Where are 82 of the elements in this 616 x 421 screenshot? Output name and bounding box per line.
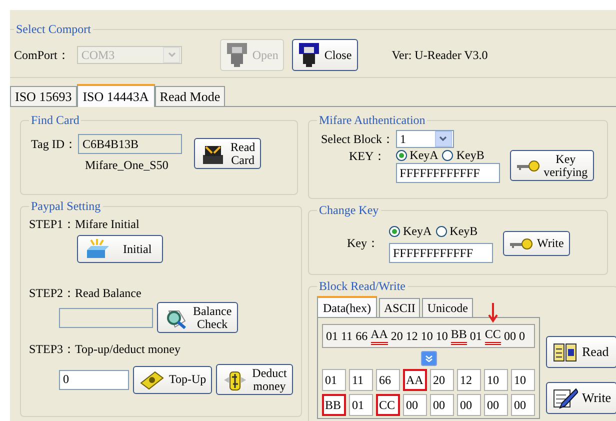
byte-field[interactable]: BB xyxy=(322,394,346,416)
hex-token: AA xyxy=(370,327,388,345)
write-key-button[interactable]: Write xyxy=(503,231,570,256)
chevron-down-icon xyxy=(424,355,432,362)
hex-token: 66 xyxy=(356,328,368,344)
balance-check-button[interactable]: Balance Check xyxy=(157,302,238,334)
byte-field[interactable]: CC xyxy=(376,394,400,416)
hex-token: BB xyxy=(450,327,467,345)
hex-token: 01 xyxy=(326,328,338,344)
amount-field[interactable]: 0 xyxy=(59,370,129,390)
byte-field[interactable]: 66 xyxy=(376,369,400,391)
byte-field[interactable]: 01 xyxy=(322,369,346,391)
radio-option[interactable]: KeyB xyxy=(436,224,478,239)
tab[interactable]: Unicode xyxy=(422,298,473,317)
book-icon xyxy=(552,341,578,363)
radio-option[interactable]: KeyA xyxy=(389,224,432,239)
tab[interactable]: Read Mode xyxy=(154,86,226,106)
tab[interactable]: Data(hex) xyxy=(317,296,377,318)
hex-token: 01 xyxy=(470,328,482,344)
port-button[interactable]: Close xyxy=(292,39,358,71)
group-title: Change Key xyxy=(318,203,380,218)
write-button[interactable]: Write xyxy=(546,382,616,414)
hex-token: 0 xyxy=(518,328,525,344)
byte-field[interactable]: 11 xyxy=(349,369,373,391)
hex-token: 11 xyxy=(341,328,353,344)
hex-token: CC xyxy=(484,327,501,345)
pencil-icon xyxy=(552,387,578,409)
hex-token: 10 xyxy=(420,328,433,344)
tag-id-field[interactable]: C6B4B13B xyxy=(78,134,182,154)
key-verifying-button[interactable]: Key verifying xyxy=(510,150,594,182)
block-dropdown[interactable]: 1 xyxy=(396,130,454,148)
step-label: STEP3：Top-up/deduct money xyxy=(29,341,182,358)
deduct-money-button[interactable]: Deduct money xyxy=(216,364,293,396)
byte-field[interactable]: 00 xyxy=(430,394,454,416)
group-title: Find Card xyxy=(30,113,80,128)
byte-field[interactable]: 00 xyxy=(484,394,508,416)
byte-field[interactable]: 01 xyxy=(349,394,373,416)
key-icon xyxy=(509,238,533,250)
field-label: Key： xyxy=(346,235,379,252)
byte-field[interactable]: 12 xyxy=(457,369,481,391)
byte-field[interactable]: 10 xyxy=(511,369,535,391)
new-key-field[interactable]: FFFFFFFFFFFF xyxy=(389,243,493,263)
field-label: Select Block： xyxy=(321,130,394,148)
tab[interactable]: ASCII xyxy=(378,298,420,317)
byte-field[interactable]: 20 xyxy=(430,369,454,391)
read-card-button[interactable]: Read Card xyxy=(194,138,262,170)
tab[interactable]: ISO 14443A xyxy=(76,84,155,107)
card-type-label: Mifare_One_S50 xyxy=(84,158,170,173)
top-up-button[interactable]: Top-Up xyxy=(133,366,212,394)
chevron-down-icon xyxy=(168,52,176,58)
tab[interactable]: ISO 15693 xyxy=(10,86,77,106)
expand-button[interactable] xyxy=(420,351,436,366)
byte-field[interactable]: 00 xyxy=(403,394,427,416)
field-label: Tag ID： xyxy=(31,136,76,152)
radio-option[interactable]: KeyB xyxy=(442,148,484,163)
field-label: ComPort： xyxy=(14,46,70,64)
plug-icon xyxy=(298,42,320,68)
field-label: KEY： xyxy=(348,148,386,165)
byte-field[interactable]: 00 xyxy=(511,394,535,416)
initial-button[interactable]: Initial xyxy=(77,235,163,263)
group-title: Select Comport xyxy=(15,22,92,37)
key-field[interactable]: FFFFFFFFFFFF xyxy=(396,163,500,183)
chevron-down-icon xyxy=(439,136,448,142)
hex-token: 00 xyxy=(504,328,516,344)
group-title: Block Read/Write xyxy=(318,279,406,294)
byte-field[interactable]: 10 xyxy=(484,369,508,391)
hex-token: 20 xyxy=(390,328,403,344)
balance-field[interactable] xyxy=(59,308,153,328)
hex-token: 12 xyxy=(406,328,418,344)
hex-token: 10 xyxy=(436,328,448,344)
read-button[interactable]: Read xyxy=(546,336,616,368)
group-title: Paypal Setting xyxy=(30,199,102,214)
radio-option[interactable]: KeyA xyxy=(396,148,438,163)
key-icon xyxy=(516,160,540,172)
step-label: STEP2：Read Balance xyxy=(29,285,142,302)
banknote-icon xyxy=(139,368,165,391)
byte-field[interactable]: AA xyxy=(403,369,427,391)
byte-field[interactable]: 00 xyxy=(457,394,481,416)
step-label: STEP1：Mifare Initial xyxy=(29,216,140,233)
group-title: Mifare Authentication xyxy=(318,113,426,128)
version-label: Ver: U-Reader V3.0 xyxy=(392,48,488,62)
plug-icon xyxy=(226,42,248,68)
